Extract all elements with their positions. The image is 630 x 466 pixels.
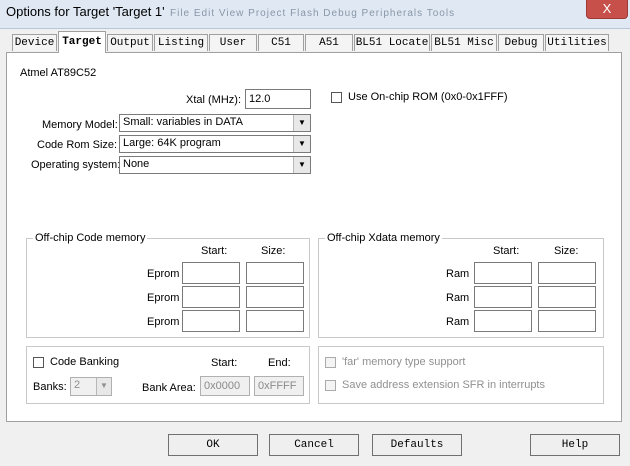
tab-c51[interactable]: C51 bbox=[258, 34, 304, 51]
operating-system-label: Operating system: bbox=[31, 159, 121, 171]
far-memory-group bbox=[318, 346, 604, 404]
offchip-xdata-title: Off-chip Xdata memory bbox=[325, 232, 442, 244]
offchip-xdata-start-header: Start: bbox=[493, 245, 520, 257]
offchip-code-start-header: Start: bbox=[201, 245, 228, 257]
close-icon: X bbox=[602, 1, 612, 16]
tab-utilities[interactable]: Utilities bbox=[545, 34, 609, 51]
code-rom-size-label: Code Rom Size: bbox=[37, 139, 118, 151]
cancel-button[interactable]: Cancel bbox=[269, 434, 359, 456]
banks-label: Banks: bbox=[33, 381, 67, 393]
eprom-start-input[interactable] bbox=[182, 286, 240, 308]
tab-debug[interactable]: Debug bbox=[498, 34, 544, 51]
bank-area-start-input[interactable]: 0x0000 bbox=[200, 376, 250, 396]
chevron-down-icon[interactable]: ▼ bbox=[293, 136, 310, 152]
code-rom-size-select[interactable]: Large: 64K program ▼ bbox=[119, 135, 311, 153]
tab-a51[interactable]: A51 bbox=[305, 34, 353, 51]
far-memory-checkbox[interactable] bbox=[325, 357, 336, 368]
eprom-size-input[interactable] bbox=[246, 286, 304, 308]
offchip-code-size-header: Size: bbox=[261, 245, 286, 257]
eprom-label: Eprom bbox=[147, 292, 180, 304]
operating-system-select[interactable]: None ▼ bbox=[119, 156, 311, 174]
ram-label: Ram bbox=[446, 292, 470, 304]
memory-model-value: Small: variables in DATA bbox=[123, 116, 244, 128]
far-memory-label: 'far' memory type support bbox=[342, 356, 466, 368]
defaults-button[interactable]: Defaults bbox=[372, 434, 462, 456]
banks-select[interactable]: 2 ▼ bbox=[70, 377, 112, 396]
help-button[interactable]: Help bbox=[530, 434, 620, 456]
save-sfr-label: Save address extension SFR in interrupts bbox=[342, 379, 545, 391]
ram-size-input[interactable] bbox=[538, 310, 596, 332]
xtal-label: Xtal (MHz): bbox=[186, 94, 241, 106]
device-name: Atmel AT89C52 bbox=[20, 67, 97, 79]
background-menu-text: File Edit View Project Flash Debug Perip… bbox=[170, 8, 456, 19]
banks-value: 2 bbox=[74, 379, 81, 391]
window-title: Options for Target 'Target 1' bbox=[6, 4, 165, 19]
close-button[interactable]: X bbox=[586, 0, 628, 19]
ram-label: Ram bbox=[446, 316, 470, 328]
memory-model-select[interactable]: Small: variables in DATA ▼ bbox=[119, 114, 311, 132]
tab-listing[interactable]: Listing bbox=[154, 34, 208, 51]
bank-end-header: End: bbox=[268, 357, 291, 369]
tab-output[interactable]: Output bbox=[107, 34, 153, 51]
eprom-size-input[interactable] bbox=[246, 310, 304, 332]
bank-area-end-input[interactable]: 0xFFFF bbox=[254, 376, 304, 396]
eprom-size-input[interactable] bbox=[246, 262, 304, 284]
offchip-code-title: Off-chip Code memory bbox=[33, 232, 148, 244]
ram-start-input[interactable] bbox=[474, 310, 532, 332]
bank-area-label: Bank Area: bbox=[142, 382, 196, 394]
ram-label: Ram bbox=[446, 268, 470, 280]
eprom-start-input[interactable] bbox=[182, 262, 240, 284]
tab-device[interactable]: Device bbox=[12, 34, 57, 51]
save-sfr-checkbox[interactable] bbox=[325, 380, 336, 391]
onchip-rom-label: Use On-chip ROM (0x0-0x1FFF) bbox=[348, 91, 508, 103]
code-banking-checkbox[interactable] bbox=[33, 357, 44, 368]
tab-bl51-misc[interactable]: BL51 Misc bbox=[431, 34, 497, 51]
code-banking-label: Code Banking bbox=[50, 356, 120, 368]
operating-system-value: None bbox=[123, 158, 150, 170]
tab-target[interactable]: Target bbox=[58, 31, 106, 53]
ram-start-input[interactable] bbox=[474, 262, 532, 284]
eprom-label: Eprom bbox=[147, 268, 180, 280]
ram-size-input[interactable] bbox=[538, 286, 596, 308]
code-rom-size-value: Large: 64K program bbox=[123, 137, 221, 149]
eprom-start-input[interactable] bbox=[182, 310, 240, 332]
chevron-down-icon[interactable]: ▼ bbox=[96, 378, 111, 395]
bank-start-header: Start: bbox=[211, 357, 238, 369]
onchip-rom-checkbox[interactable] bbox=[331, 92, 342, 103]
tab-bl51-locate[interactable]: BL51 Locate bbox=[354, 34, 430, 51]
chevron-down-icon[interactable]: ▼ bbox=[293, 157, 310, 173]
tab-user[interactable]: User bbox=[209, 34, 257, 51]
chevron-down-icon[interactable]: ▼ bbox=[293, 115, 310, 131]
memory-model-label: Memory Model: bbox=[42, 119, 118, 131]
ram-start-input[interactable] bbox=[474, 286, 532, 308]
ok-button[interactable]: OK bbox=[168, 434, 258, 456]
ram-size-input[interactable] bbox=[538, 262, 596, 284]
xtal-input[interactable]: 12.0 bbox=[245, 89, 311, 109]
eprom-label: Eprom bbox=[147, 316, 180, 328]
offchip-xdata-size-header: Size: bbox=[554, 245, 579, 257]
